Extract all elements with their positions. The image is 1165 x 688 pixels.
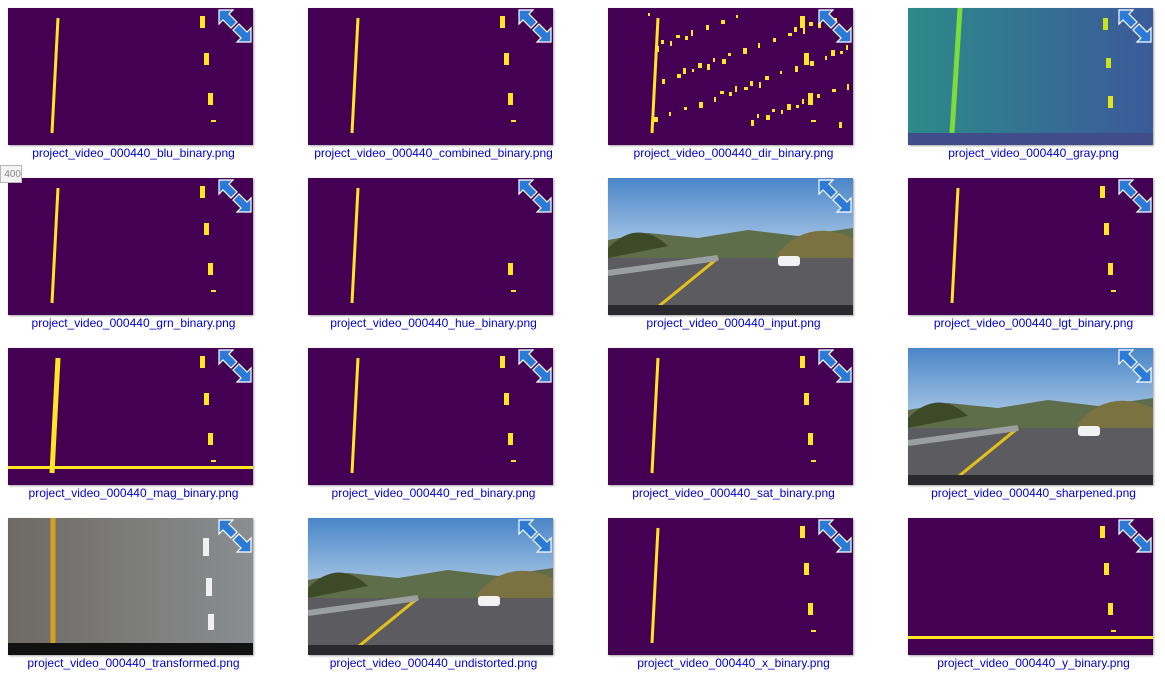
shortcut-overlay-icon (1115, 8, 1153, 46)
file-name-label[interactable]: project_video_000440_combined_binary.png (300, 146, 567, 160)
file-name-label[interactable]: project_video_000440_red_binary.png (300, 486, 567, 500)
file-item[interactable]: project_video_000440_gray.png (900, 0, 1165, 170)
file-item[interactable]: project_video_000440_y_binary.png (900, 510, 1165, 680)
file-name-label[interactable]: project_video_000440_lgt_binary.png (900, 316, 1165, 330)
file-thumbnail[interactable] (308, 8, 553, 145)
file-item[interactable]: project_video_000440_input.png (600, 170, 900, 340)
file-thumbnail[interactable] (608, 348, 853, 485)
file-item[interactable]: project_video_000440_sat_binary.png (600, 340, 900, 510)
file-item[interactable]: project_video_000440_x_binary.png (600, 510, 900, 680)
shortcut-overlay-icon (815, 518, 853, 556)
file-name-label[interactable]: project_video_000440_grn_binary.png (0, 316, 267, 330)
file-name-label[interactable]: project_video_000440_transformed.png (0, 656, 267, 670)
file-thumbnail[interactable] (308, 348, 553, 485)
file-name-label[interactable]: project_video_000440_y_binary.png (900, 656, 1165, 670)
file-thumbnail[interactable] (308, 518, 553, 655)
file-item[interactable]: project_video_000440_sharpened.png (900, 340, 1165, 510)
shortcut-overlay-icon (515, 178, 553, 216)
file-name-label[interactable]: project_video_000440_x_binary.png (600, 656, 867, 670)
shortcut-overlay-icon (1115, 348, 1153, 386)
file-thumbnail[interactable] (908, 518, 1153, 655)
file-name-label[interactable]: project_video_000440_dir_binary.png (600, 146, 867, 160)
file-thumbnail[interactable] (8, 178, 253, 315)
file-name-label[interactable]: project_video_000440_undistorted.png (300, 656, 567, 670)
shortcut-overlay-icon (515, 518, 553, 556)
file-item[interactable]: project_video_000440_transformed.png (0, 510, 300, 680)
file-thumbnail[interactable] (608, 178, 853, 315)
file-item[interactable]: project_video_000440_blu_binary.png (0, 0, 300, 170)
file-name-label[interactable]: project_video_000440_sharpened.png (900, 486, 1165, 500)
file-name-label[interactable]: project_video_000440_hue_binary.png (300, 316, 567, 330)
shortcut-overlay-icon (1115, 178, 1153, 216)
shortcut-overlay-icon (215, 348, 253, 386)
shortcut-overlay-icon (515, 8, 553, 46)
file-item[interactable]: project_video_000440_undistorted.png (300, 510, 600, 680)
file-thumbnail[interactable] (8, 348, 253, 485)
file-thumbnail[interactable] (308, 178, 553, 315)
file-thumbnail[interactable] (8, 8, 253, 145)
file-name-label[interactable]: project_video_000440_sat_binary.png (600, 486, 867, 500)
file-name-label[interactable]: project_video_000440_input.png (600, 316, 867, 330)
file-thumbnail[interactable] (8, 518, 253, 655)
shortcut-overlay-icon (815, 8, 853, 46)
shortcut-overlay-icon (215, 518, 253, 556)
file-item[interactable]: project_video_000440_dir_binary.png (600, 0, 900, 170)
shortcut-overlay-icon (215, 8, 253, 46)
file-name-label[interactable]: project_video_000440_gray.png (900, 146, 1165, 160)
file-item[interactable]: project_video_000440_combined_binary.png (300, 0, 600, 170)
shortcut-overlay-icon (815, 178, 853, 216)
shortcut-overlay-icon (215, 178, 253, 216)
file-name-label[interactable]: project_video_000440_mag_binary.png (0, 486, 267, 500)
shortcut-overlay-icon (815, 348, 853, 386)
file-item[interactable]: project_video_000440_grn_binary.png (0, 170, 300, 340)
file-thumbnail[interactable] (608, 8, 853, 145)
clipped-item-tag: 400 (0, 165, 22, 183)
file-thumbnail[interactable] (908, 8, 1153, 145)
file-name-label[interactable]: project_video_000440_blu_binary.png (0, 146, 267, 160)
shortcut-overlay-icon (515, 348, 553, 386)
file-thumbnail[interactable] (908, 178, 1153, 315)
file-item[interactable]: project_video_000440_mag_binary.png (0, 340, 300, 510)
shortcut-overlay-icon (1115, 518, 1153, 556)
file-item[interactable]: project_video_000440_lgt_binary.png (900, 170, 1165, 340)
file-item[interactable]: project_video_000440_hue_binary.png (300, 170, 600, 340)
file-item[interactable]: project_video_000440_red_binary.png (300, 340, 600, 510)
file-thumbnail[interactable] (908, 348, 1153, 485)
file-thumbnail[interactable] (608, 518, 853, 655)
